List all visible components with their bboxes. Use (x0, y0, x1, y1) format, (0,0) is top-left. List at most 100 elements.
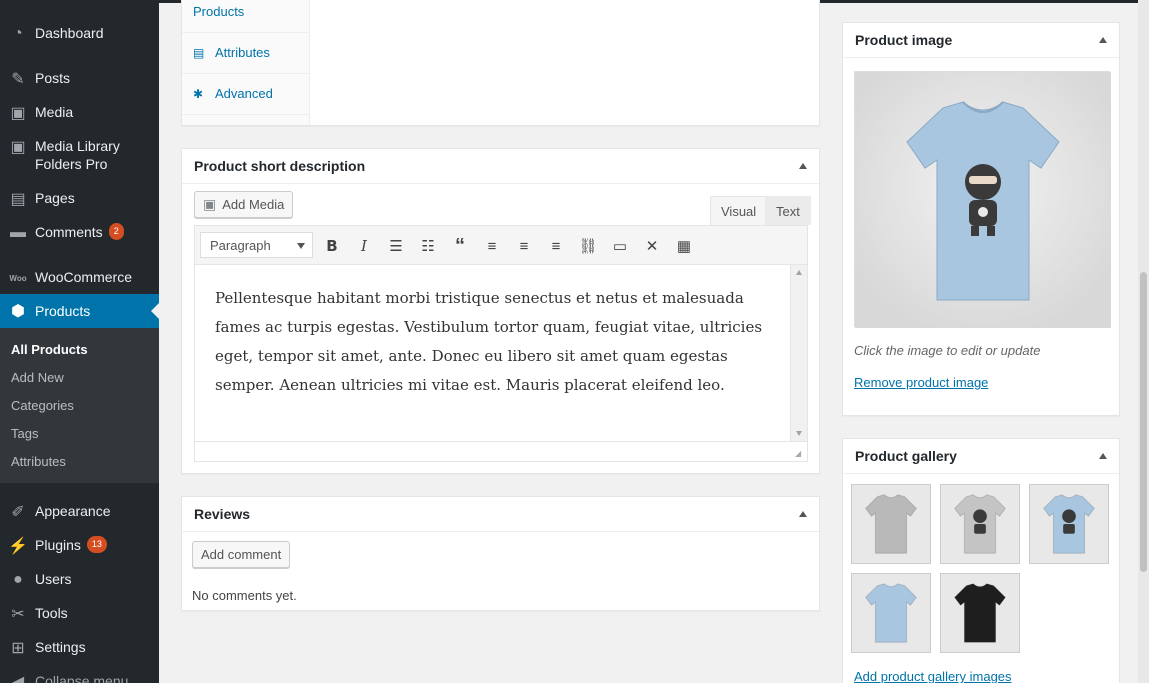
menu-posts[interactable]: ✎ Posts (0, 69, 159, 89)
gallery-thumbnail[interactable] (851, 484, 931, 564)
collapse-toggle-icon[interactable] (799, 163, 807, 169)
add-comment-button[interactable]: Add comment (192, 541, 291, 568)
add-media-label: Add Media (222, 197, 285, 212)
editor-text[interactable]: Pellentesque habitant morbi tristique se… (215, 284, 780, 400)
editor-toolbar: Paragraph B I ☰ ☷ “ ≡ ≡ ≡ ⛓ ▭ ✕ ▦ (194, 225, 808, 265)
menu-plugins[interactable]: ⚡ Plugins 13 (0, 536, 159, 556)
add-media-button[interactable]: ▣ Add Media (194, 191, 294, 218)
align-left-icon[interactable]: ≡ (480, 234, 504, 258)
admin-sidebar: ◔ Dashboard ✎ Posts ▣ Media ▣ Media Libr… (0, 0, 159, 683)
product-image-header[interactable]: Product image (843, 23, 1119, 58)
menu-products-label: Products (35, 303, 91, 319)
editor-content-area[interactable]: Pellentesque habitant morbi tristique se… (194, 265, 808, 442)
gallery-thumbnail[interactable] (1029, 484, 1109, 564)
bold-icon[interactable]: B (320, 234, 344, 258)
tab-divider (182, 32, 309, 33)
align-right-icon[interactable]: ≡ (544, 234, 568, 258)
reviews-title: Reviews (194, 506, 251, 522)
submenu-tags[interactable]: Tags (11, 426, 38, 441)
menu-users[interactable]: ● Users (0, 570, 159, 590)
add-gallery-images-link[interactable]: Add product gallery images (854, 669, 1012, 683)
attributes-icon: ▤ (193, 45, 205, 60)
menu-woocommerce[interactable]: Woo WooCommerce (0, 268, 159, 288)
short-description-header[interactable]: Product short description (182, 149, 819, 184)
tshirt-thumbnail (865, 494, 917, 554)
menu-pages[interactable]: ▤ Pages (0, 189, 159, 209)
menu-media-library-folders[interactable]: ▣ Media Library Folders Pro (0, 137, 159, 173)
product-data-tabs: Products ▤ Attributes ✱ Advanced (182, 0, 310, 125)
align-center-icon[interactable]: ≡ (512, 234, 536, 258)
toolbar-toggle-icon[interactable]: ▦ (672, 234, 696, 258)
menu-tools[interactable]: ✂ Tools (0, 604, 159, 624)
menu-dashboard-label: Dashboard (35, 25, 104, 41)
tab-divider (182, 114, 309, 115)
product-gallery-header[interactable]: Product gallery (843, 439, 1119, 474)
page-scrollbar-thumb[interactable] (1140, 272, 1147, 572)
scroll-up-icon[interactable] (796, 270, 802, 275)
menu-comments[interactable]: ▬ Comments 2 (0, 223, 159, 243)
editor-scrollbar[interactable] (790, 265, 807, 441)
tshirt-thumbnail (1043, 494, 1095, 554)
tab-text[interactable]: Text (765, 196, 811, 225)
menu-woocommerce-label: WooCommerce (35, 269, 132, 285)
collapse-toggle-icon[interactable] (799, 511, 807, 517)
product-image[interactable] (854, 71, 1111, 328)
tab-advanced-label: Advanced (215, 86, 273, 101)
submenu-add-new[interactable]: Add New (11, 370, 64, 385)
menu-media-label: Media (35, 104, 74, 120)
page-scrollbar[interactable] (1138, 0, 1149, 683)
plugins-count-badge: 13 (86, 536, 107, 553)
gallery-thumbnail[interactable] (940, 573, 1020, 653)
menu-media-library-folders-label: Media Library Folders Pro (35, 138, 120, 172)
fullscreen-icon[interactable]: ✕ (640, 234, 664, 258)
menu-appearance[interactable]: ✐ Appearance (0, 502, 159, 522)
no-comments-text: No comments yet. (192, 588, 297, 603)
product-image-title: Product image (855, 32, 953, 48)
italic-icon[interactable]: I (352, 234, 376, 258)
gallery-thumbnail[interactable] (940, 484, 1020, 564)
format-select[interactable]: Paragraph (200, 232, 313, 258)
media-folders-icon: ▣ (10, 139, 26, 156)
product-image-panel: Product image Click the image to edit or… (842, 22, 1120, 416)
collapse-toggle-icon[interactable] (1099, 453, 1107, 459)
menu-collapse-label: Collapse menu (35, 673, 129, 683)
product-image-hint: Click the image to edit or update (854, 343, 1041, 358)
plugins-icon: ⚡ (8, 538, 28, 555)
resize-handle-icon[interactable]: ◢ (795, 450, 803, 458)
reviews-header[interactable]: Reviews (182, 497, 819, 532)
editor-footer: ◢ (194, 441, 808, 462)
comments-count-badge: 2 (108, 223, 124, 240)
tab-advanced[interactable]: ✱ Advanced (193, 86, 273, 101)
menu-collapse[interactable]: ◀ Collapse menu (0, 672, 159, 683)
tab-products[interactable]: Products (193, 4, 244, 19)
product-data-panel: Products ▤ Attributes ✱ Advanced (181, 0, 820, 126)
blockquote-icon[interactable]: “ (448, 234, 472, 258)
tab-visual[interactable]: Visual (710, 196, 768, 225)
collapse-toggle-icon[interactable] (1099, 37, 1107, 43)
read-more-icon[interactable]: ▭ (608, 234, 632, 258)
menu-media[interactable]: ▣ Media (0, 103, 159, 123)
menu-appearance-label: Appearance (35, 503, 111, 519)
tab-attributes[interactable]: ▤ Attributes (193, 45, 270, 60)
numbered-list-icon[interactable]: ☷ (416, 234, 440, 258)
menu-settings[interactable]: ⊞ Settings (0, 638, 159, 658)
menu-users-label: Users (35, 571, 72, 587)
submenu-categories[interactable]: Categories (11, 398, 74, 413)
submenu-attributes[interactable]: Attributes (11, 454, 66, 469)
menu-settings-label: Settings (35, 639, 86, 655)
product-gallery-panel: Product gallery Add product gallery imag… (842, 438, 1120, 683)
paintbrush-icon: ✐ (11, 504, 25, 521)
add-media-icon: ▣ (203, 196, 217, 212)
tshirt-thumbnail (954, 494, 1006, 554)
bullet-list-icon[interactable]: ☰ (384, 234, 408, 258)
link-icon[interactable]: ⛓ (576, 234, 600, 258)
products-box-icon: ⬢ (11, 303, 25, 320)
menu-products[interactable]: ⬢ Products (0, 294, 159, 328)
gallery-thumbnail[interactable] (851, 573, 931, 653)
scroll-down-icon[interactable] (796, 431, 802, 436)
pushpin-icon: ✎ (11, 71, 25, 88)
tshirt-thumbnail (865, 583, 917, 643)
menu-dashboard[interactable]: ◔ Dashboard (0, 24, 159, 44)
remove-product-image-link[interactable]: Remove product image (854, 375, 988, 390)
submenu-all-products[interactable]: All Products (11, 342, 88, 357)
